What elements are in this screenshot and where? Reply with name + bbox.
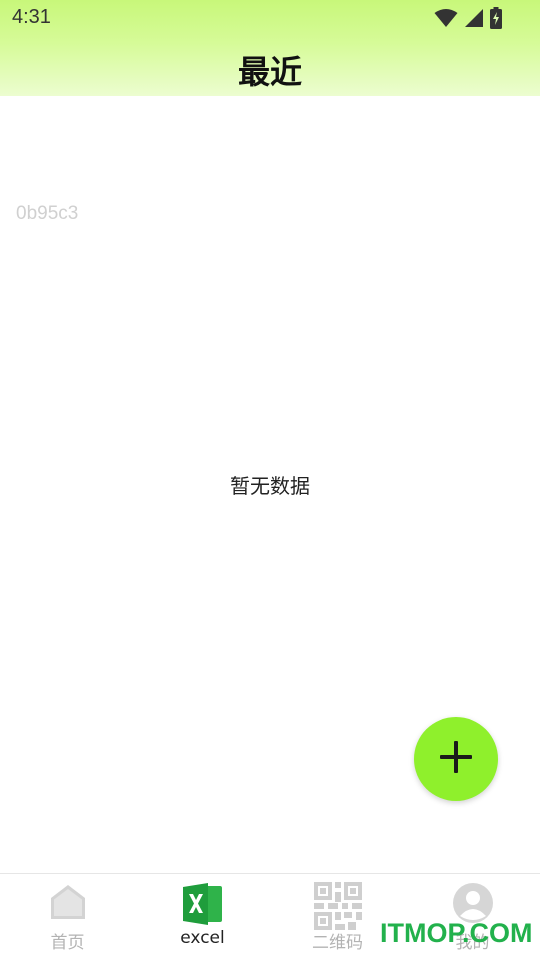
status-time: 4:31 bbox=[12, 6, 51, 28]
home-icon bbox=[48, 882, 88, 926]
qr-code-icon bbox=[313, 882, 362, 934]
battery-charging-icon bbox=[490, 7, 502, 29]
empty-state-message: 暂无数据 bbox=[230, 474, 310, 498]
nav-item-home[interactable]: 首页 bbox=[0, 874, 135, 961]
add-button[interactable] bbox=[414, 717, 498, 801]
excel-icon bbox=[182, 882, 224, 930]
hash-label: 0b95c3 bbox=[16, 203, 79, 224]
nav-label-home: 首页 bbox=[50, 933, 85, 953]
nav-item-excel[interactable]: excel bbox=[135, 874, 270, 961]
status-icons bbox=[434, 7, 502, 29]
wifi-icon bbox=[434, 8, 458, 28]
cellular-signal-icon bbox=[464, 8, 484, 28]
watermark-text: ITMOP.COM bbox=[380, 918, 533, 948]
plus-icon bbox=[438, 739, 474, 779]
header-bar: 4:31 最近 bbox=[0, 0, 540, 96]
nav-label-excel: excel bbox=[180, 928, 225, 948]
page-title: 最近 bbox=[237, 53, 302, 91]
